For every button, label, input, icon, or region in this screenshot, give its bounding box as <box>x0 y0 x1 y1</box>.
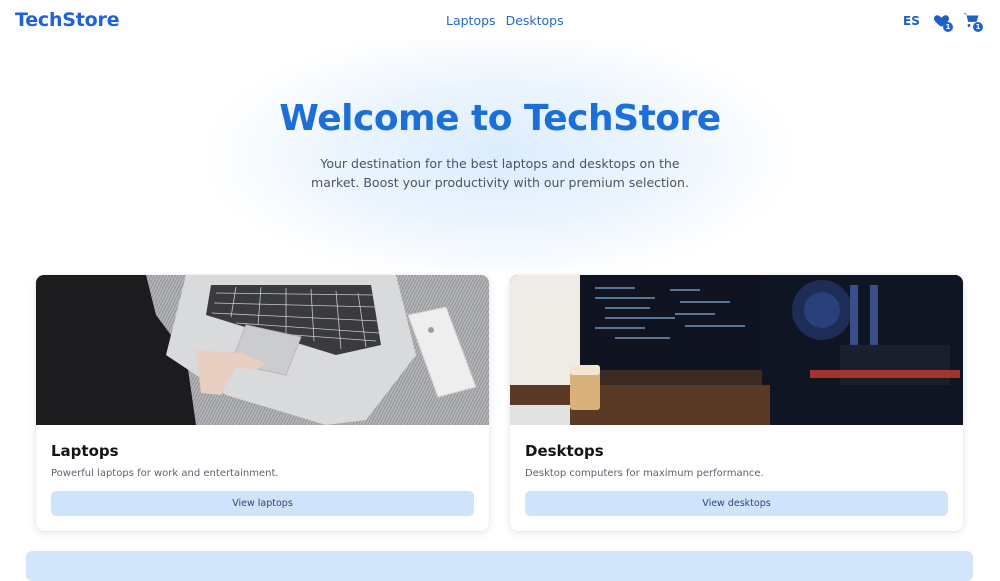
bottom-banner <box>26 551 973 581</box>
wishlist-count-badge: 1 <box>943 22 953 32</box>
hero-title: Welcome to TechStore <box>279 98 721 139</box>
cart-button[interactable]: 1 <box>963 12 983 32</box>
category-card-desktops: Desktops Desktop computers for maximum p… <box>510 275 963 531</box>
card-description: Powerful laptops for work and entertainm… <box>51 468 279 479</box>
hero-section: Welcome to TechStore Your destination fo… <box>0 40 1000 270</box>
desktops-image <box>510 275 963 425</box>
cart-count-badge: 1 <box>973 22 983 32</box>
category-card-laptops: Laptops Powerful laptops for work and en… <box>36 275 489 531</box>
main-nav: Laptops Desktops <box>446 13 564 28</box>
view-desktops-button[interactable]: View desktops <box>525 491 948 516</box>
hero-subtitle: Your destination for the best laptops an… <box>311 156 689 190</box>
nav-link-desktops[interactable]: Desktops <box>506 13 564 28</box>
laptops-image <box>36 275 489 425</box>
view-laptops-button[interactable]: View laptops <box>51 491 474 516</box>
card-title: Desktops <box>525 442 604 460</box>
logo[interactable]: TechStore <box>15 9 120 31</box>
nav-link-laptops[interactable]: Laptops <box>446 13 496 28</box>
language-switch[interactable]: ES <box>903 14 920 28</box>
top-navbar: TechStore Laptops Desktops ES 1 1 <box>0 0 1000 42</box>
card-title: Laptops <box>51 442 119 460</box>
card-description: Desktop computers for maximum performanc… <box>525 468 764 479</box>
wishlist-button[interactable]: 1 <box>933 12 953 32</box>
